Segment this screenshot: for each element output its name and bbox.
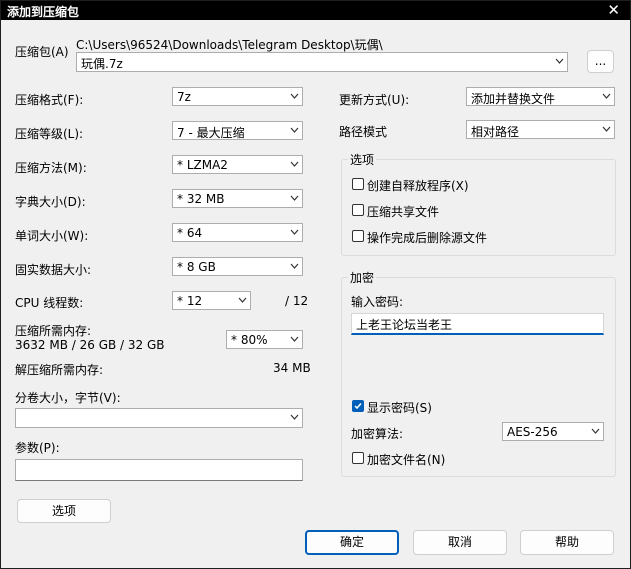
options-group-title: 选项 xyxy=(348,151,377,168)
password-label: 输入密码: xyxy=(351,295,404,309)
chevron-down-icon xyxy=(555,58,564,64)
archive-label: 压缩包(A) xyxy=(15,45,69,59)
level-value: 7 - 最大压缩 xyxy=(177,126,245,140)
word-combo[interactable]: * 64 xyxy=(172,223,303,242)
threads-max: / 12 xyxy=(285,294,309,308)
format-combo[interactable]: 7z xyxy=(172,87,303,106)
sfx-checkbox[interactable] xyxy=(352,178,364,190)
dict-label: 字典大小(D): xyxy=(15,195,86,209)
chevron-down-icon xyxy=(290,93,299,99)
params-input[interactable] xyxy=(15,459,303,481)
volume-combo[interactable] xyxy=(15,408,303,428)
algo-combo[interactable]: AES-256 xyxy=(502,422,604,441)
mem-detail: 3632 MB / 26 GB / 32 GB xyxy=(15,338,165,352)
show-password-label: 显示密码(S) xyxy=(367,401,432,415)
threads-value: * 12 xyxy=(177,294,203,308)
threads-label: CPU 线程数: xyxy=(15,296,84,310)
level-label: 压缩等级(L): xyxy=(15,127,84,141)
chevron-down-icon xyxy=(290,127,299,133)
chevron-down-icon xyxy=(290,263,299,269)
decomp-value: 34 MB xyxy=(273,361,311,375)
sfx-label: 创建自释放程序(X) xyxy=(367,179,469,193)
show-password-checkbox[interactable] xyxy=(352,400,364,412)
help-button[interactable]: 帮助 xyxy=(520,530,614,555)
method-value: * LZMA2 xyxy=(177,158,228,172)
close-icon[interactable]: ✕ xyxy=(607,1,620,20)
pathmode-label: 路径模式 xyxy=(339,125,388,139)
format-value: 7z xyxy=(177,90,191,104)
options-button[interactable]: 选项 xyxy=(17,499,111,523)
chevron-down-icon xyxy=(290,414,299,420)
update-label: 更新方式(U): xyxy=(339,93,410,107)
update-value: 添加并替换文件 xyxy=(471,92,556,106)
chevron-down-icon xyxy=(238,297,247,303)
decomp-label: 解压缩所需内存: xyxy=(15,363,104,377)
chevron-down-icon xyxy=(290,336,299,342)
mem-value: * 80% xyxy=(231,333,268,347)
method-combo[interactable]: * LZMA2 xyxy=(172,155,303,174)
chevron-down-icon xyxy=(290,229,299,235)
encryption-group-title: 加密 xyxy=(348,269,377,286)
volume-label: 分卷大小，字节(V): xyxy=(15,391,121,405)
browse-button[interactable]: ... xyxy=(587,50,614,73)
chevron-down-icon xyxy=(602,93,611,99)
encrypt-names-checkbox[interactable] xyxy=(352,452,364,464)
solid-value: * 8 GB xyxy=(177,260,216,274)
dict-combo[interactable]: * 32 MB xyxy=(172,189,303,208)
solid-label: 固实数据大小: xyxy=(15,263,92,277)
archive-path: C:\Users\96524\Downloads\Telegram Deskto… xyxy=(76,38,383,52)
algo-value: AES-256 xyxy=(507,425,558,439)
pathmode-combo[interactable]: 相对路径 xyxy=(466,120,615,139)
format-label: 压缩格式(F): xyxy=(15,93,84,107)
algo-label: 加密算法: xyxy=(351,427,404,441)
params-label: 参数(P): xyxy=(15,441,60,455)
shared-files-checkbox[interactable] xyxy=(352,204,364,216)
delete-source-label: 操作完成后删除源文件 xyxy=(367,231,488,245)
cancel-button[interactable]: 取消 xyxy=(413,530,507,555)
chevron-down-icon xyxy=(591,428,600,434)
word-label: 单词大小(W): xyxy=(15,229,89,243)
pathmode-value: 相对路径 xyxy=(471,125,520,139)
ok-button[interactable]: 确定 xyxy=(305,530,399,555)
archive-name-value: 玩偶.7z xyxy=(81,57,123,71)
add-to-archive-dialog: 添加到压缩包 ✕ 压缩包(A) C:\Users\96524\Downloads… xyxy=(0,0,631,569)
threads-combo[interactable]: * 12 xyxy=(172,291,251,310)
dict-value: * 32 MB xyxy=(177,192,225,206)
checkmark-icon xyxy=(354,403,362,410)
title-bar: 添加到压缩包 ✕ xyxy=(1,1,630,20)
chevron-down-icon xyxy=(602,126,611,132)
window-title: 添加到压缩包 xyxy=(7,5,80,19)
update-combo[interactable]: 添加并替换文件 xyxy=(466,87,615,106)
shared-files-label: 压缩共享文件 xyxy=(367,205,440,219)
mem-combo[interactable]: * 80% xyxy=(226,330,303,349)
solid-combo[interactable]: * 8 GB xyxy=(172,257,303,276)
level-combo[interactable]: 7 - 最大压缩 xyxy=(172,121,303,140)
word-value: * 64 xyxy=(177,226,203,240)
chevron-down-icon xyxy=(290,161,299,167)
mem-label: 压缩所需内存: xyxy=(15,324,92,338)
method-label: 压缩方法(M): xyxy=(15,161,87,175)
delete-source-checkbox[interactable] xyxy=(352,230,364,242)
chevron-down-icon xyxy=(290,195,299,201)
encrypt-names-label: 加密文件名(N) xyxy=(367,453,446,467)
password-value: 上老王论坛当老王 xyxy=(356,318,453,332)
password-input[interactable]: 上老王论坛当老王 xyxy=(351,313,604,335)
archive-name-combo[interactable]: 玩偶.7z xyxy=(76,52,568,72)
